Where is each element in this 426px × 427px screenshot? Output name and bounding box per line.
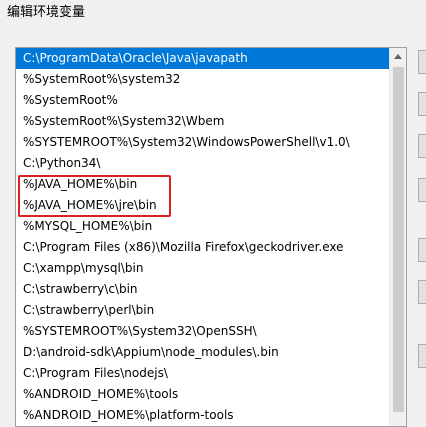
move-down-button[interactable] — [418, 280, 426, 304]
path-list-item[interactable]: C:\xampp\mysql\bin — [16, 258, 390, 279]
path-list-item[interactable]: %ANDROID_HOME%\tools — [16, 384, 390, 405]
move-up-button[interactable] — [418, 238, 426, 262]
edit-text-button[interactable] — [418, 344, 426, 368]
path-list-item[interactable]: C:\strawberry\c\bin — [16, 279, 390, 300]
vertical-scrollbar[interactable] — [389, 48, 406, 426]
path-list-item[interactable]: C:\Program Files\nodejs\ — [16, 363, 390, 384]
browse-button[interactable] — [418, 134, 426, 158]
path-list-item[interactable]: %ANDROID_HOME%\platform-tools — [16, 405, 390, 426]
path-list-item[interactable]: %JAVA_HOME%\jre\bin — [16, 195, 390, 216]
window-title: 编辑环境变量 — [7, 5, 86, 20]
new-button[interactable] — [418, 50, 426, 74]
path-list-item[interactable]: C:\Program Files (x86)\Mozilla Firefox\g… — [16, 237, 390, 258]
path-list-item[interactable]: %SystemRoot%\System32\Wbem — [16, 111, 390, 132]
path-list-items: C:\ProgramData\Oracle\Java\javapath %Syst… — [16, 48, 390, 426]
path-list-item[interactable]: %SystemRoot% — [16, 90, 390, 111]
path-list-item[interactable]: D:\android-sdk\Appium\node_modules\.bin — [16, 342, 390, 363]
path-list-item[interactable]: C:\Python34\ — [16, 153, 390, 174]
path-list-item[interactable]: %JAVA_HOME%\bin — [16, 174, 390, 195]
path-list[interactable]: C:\ProgramData\Oracle\Java\javapath %Syst… — [15, 47, 407, 427]
path-list-item[interactable]: %SystemRoot%\system32 — [16, 69, 390, 90]
scroll-up-button[interactable] — [390, 48, 406, 65]
scroll-up-arrow-icon — [394, 54, 402, 59]
path-list-item[interactable]: %SYSTEMROOT%\System32\OpenSSH\ — [16, 321, 390, 342]
path-list-item[interactable]: C:\strawberry\perl\bin — [16, 300, 390, 321]
delete-button[interactable] — [418, 178, 426, 202]
scrollbar-thumb[interactable] — [393, 67, 404, 412]
edit-button[interactable] — [418, 92, 426, 116]
path-list-item[interactable]: %SYSTEMROOT%\System32\WindowsPowerShell\… — [16, 132, 390, 153]
path-list-item[interactable]: %MYSQL_HOME%\bin — [16, 216, 390, 237]
path-list-item[interactable]: C:\ProgramData\Oracle\Java\javapath — [16, 48, 390, 69]
